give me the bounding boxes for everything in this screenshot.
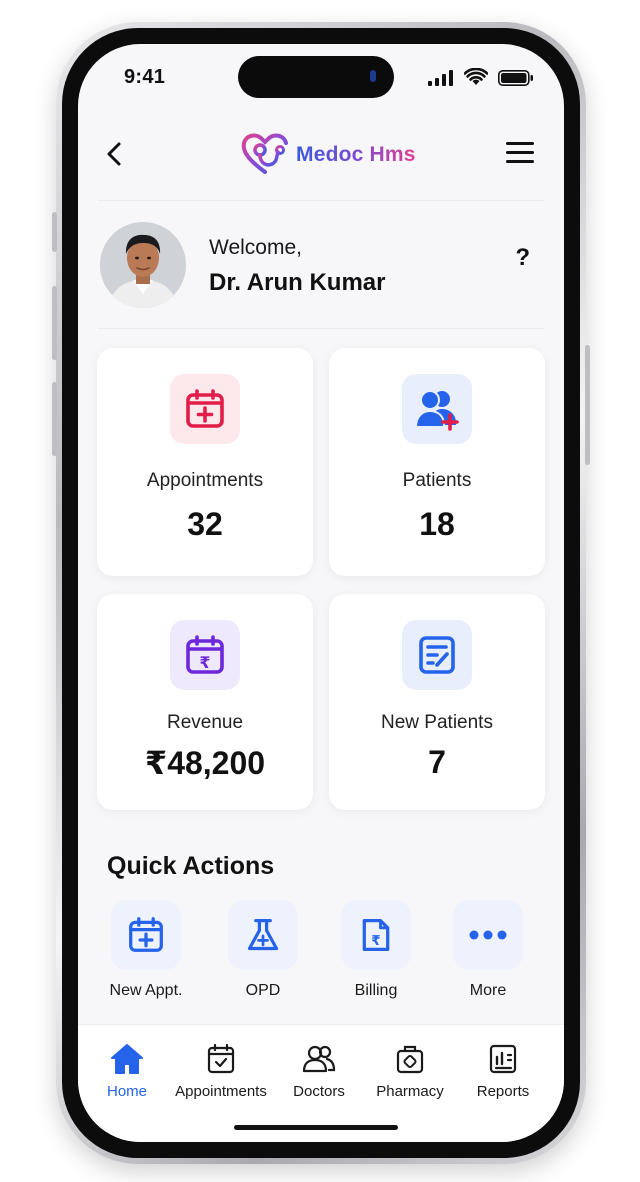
- quick-action-label: Billing: [354, 982, 398, 999]
- stat-card-new-patients[interactable]: New Patients 7: [329, 594, 545, 810]
- calendar-plus-icon: [111, 900, 181, 970]
- form-icon: [402, 620, 472, 690]
- quick-action-billing[interactable]: ₹ Billing: [321, 900, 431, 1000]
- signal-icon: [428, 70, 453, 86]
- help-button[interactable]: ?: [515, 244, 530, 272]
- nav-item-pharmacy[interactable]: Pharmacy: [360, 1043, 460, 1100]
- stat-value: 7: [428, 744, 446, 780]
- stat-label: Patients: [402, 470, 472, 491]
- nav-item-appointments[interactable]: Appointments: [171, 1043, 271, 1100]
- nav-item-reports[interactable]: Reports: [453, 1043, 553, 1100]
- quick-action-opd[interactable]: OPD: [208, 900, 318, 1000]
- more-icon: [453, 900, 523, 970]
- volume-up-button: [52, 286, 57, 360]
- patients-icon: [402, 374, 472, 444]
- power-button: [585, 345, 590, 465]
- heart-stethoscope-icon: [241, 133, 288, 174]
- stat-card-patients[interactable]: Patients 18: [329, 348, 545, 576]
- quick-action-more[interactable]: More: [433, 900, 543, 1000]
- status-bar: 9:41: [78, 44, 564, 108]
- stat-label: New Patients: [381, 712, 493, 733]
- dynamic-island: [238, 56, 394, 98]
- medkit-icon: [396, 1045, 424, 1074]
- stat-value: 18: [419, 506, 455, 542]
- status-time: 9:41: [124, 66, 166, 88]
- quick-action-label: More: [469, 982, 507, 999]
- nav-item-doctors[interactable]: Doctors: [269, 1043, 369, 1100]
- nav-label: Doctors: [293, 1083, 345, 1100]
- stat-label: Revenue: [166, 712, 244, 733]
- doctors-icon: [302, 1045, 336, 1073]
- app-name: Medoc Hms: [296, 143, 416, 166]
- avatar[interactable]: [100, 222, 186, 308]
- nav-item-home[interactable]: Home: [78, 1043, 177, 1100]
- volume-down-button: [52, 382, 57, 456]
- quick-action-new-appointment[interactable]: New Appt.: [91, 900, 201, 1000]
- stat-value: 32: [187, 506, 223, 542]
- quick-action-label: OPD: [245, 982, 281, 999]
- header-divider: [98, 200, 544, 201]
- nav-label: Reports: [476, 1083, 530, 1100]
- quick-actions-title: Quick Actions: [107, 852, 275, 880]
- action-button: [52, 212, 57, 252]
- app-header: Medoc Hms: [78, 120, 564, 200]
- profile-divider: [98, 328, 544, 329]
- flask-icon: [228, 900, 298, 970]
- home-indicator: [234, 1125, 398, 1130]
- app-screen: 9:41 Medoc Hms Welcome, Dr. Arun Kumar ?…: [78, 44, 564, 1142]
- home-icon: [111, 1044, 143, 1074]
- doctor-name: Dr. Arun Kumar: [209, 269, 386, 296]
- stat-value: ₹48,200: [144, 745, 266, 781]
- stat-card-appointments[interactable]: Appointments 32: [97, 348, 313, 576]
- menu-icon[interactable]: [506, 142, 534, 166]
- calendar-plus-icon: [170, 374, 240, 444]
- wifi-icon: [464, 68, 488, 85]
- svg-text:₹: ₹: [199, 653, 210, 672]
- back-icon[interactable]: [102, 140, 126, 168]
- stat-card-revenue[interactable]: ₹ Revenue ₹48,200: [97, 594, 313, 810]
- nav-label: Pharmacy: [376, 1083, 444, 1100]
- stat-label: Appointments: [146, 470, 264, 491]
- welcome-text: Welcome,: [209, 236, 302, 259]
- bill-icon: ₹: [341, 900, 411, 970]
- svg-text:₹: ₹: [371, 933, 380, 949]
- doctor-portrait: [100, 222, 186, 308]
- app-logo: Medoc Hms: [238, 128, 416, 182]
- quick-action-label: New Appt.: [109, 982, 183, 999]
- calendar-check-icon: [207, 1043, 235, 1074]
- bottom-nav: Home Appointments Doctors Pharmacy Repor…: [78, 1024, 564, 1142]
- reports-icon: [489, 1044, 517, 1074]
- nav-label: Appointments: [175, 1083, 267, 1100]
- calendar-rupee-icon: ₹: [170, 620, 240, 690]
- battery-icon: [498, 70, 533, 86]
- nav-label: Home: [106, 1083, 147, 1100]
